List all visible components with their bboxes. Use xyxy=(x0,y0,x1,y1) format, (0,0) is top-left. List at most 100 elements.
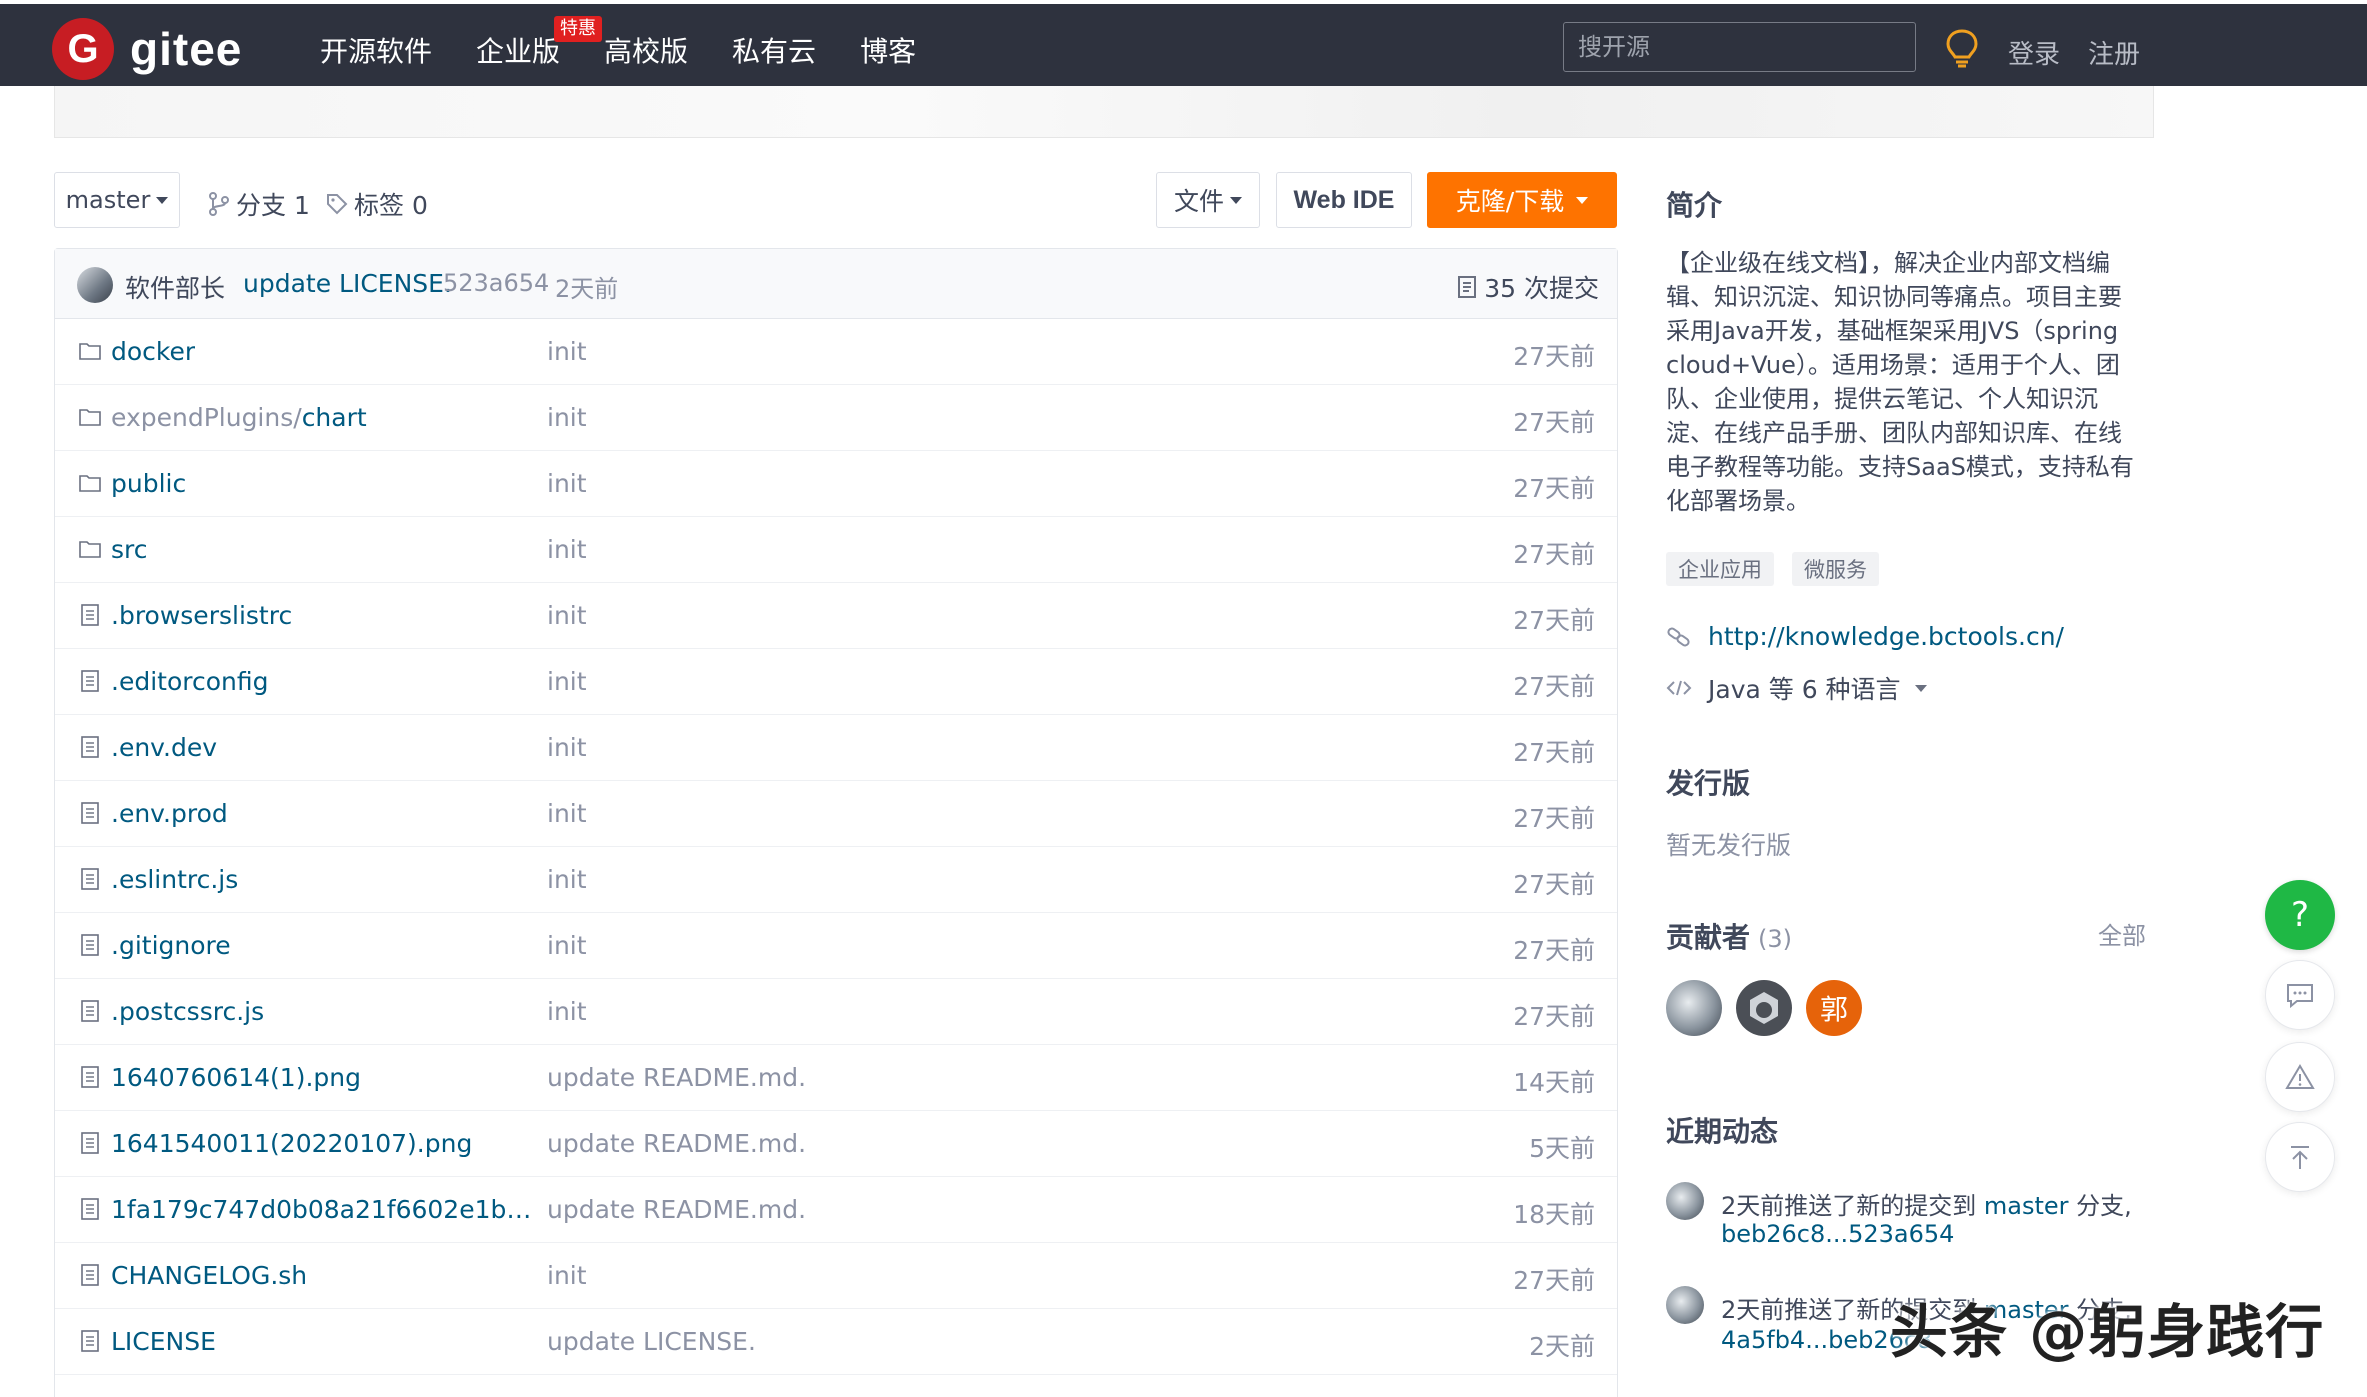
commit-author[interactable]: 软件部长 xyxy=(125,269,225,305)
lightbulb-icon[interactable] xyxy=(1944,28,1980,68)
contributor-avatar[interactable]: 郭 xyxy=(1806,980,1862,1036)
file-name-link[interactable]: CHANGELOG.sh xyxy=(111,1261,307,1290)
contributors-all-link[interactable]: 全部 xyxy=(2098,916,2146,951)
file-commit-message[interactable]: init xyxy=(547,535,587,564)
feedback-button[interactable] xyxy=(2265,960,2335,1030)
file-commit-message[interactable]: init xyxy=(547,1261,587,1290)
activity-avatar[interactable] xyxy=(1666,1286,1704,1324)
gitee-logo[interactable]: G gitee xyxy=(52,18,242,80)
file-name: .postcssrc.js xyxy=(111,997,265,1026)
login-link[interactable]: 登录 xyxy=(2008,34,2060,71)
file-row[interactable]: .postcssrc.js init 27天前 xyxy=(55,979,1617,1045)
back-to-top-button[interactable] xyxy=(2265,1122,2335,1192)
file-row[interactable]: 1641540011(20220107).png update README.md… xyxy=(55,1111,1617,1177)
file-row[interactable]: 1fa179c747d0b08a21f6602e1b09287.p...upda… xyxy=(55,1177,1617,1243)
topic-tag[interactable]: 企业应用 xyxy=(1666,552,1774,586)
logo-letter: G xyxy=(67,26,99,71)
file-name-link[interactable]: .browserslistrc xyxy=(111,601,292,630)
file-commit-message[interactable]: init xyxy=(547,997,587,1026)
clone-download-button[interactable]: 克隆/下载 xyxy=(1427,172,1617,228)
file-name-link[interactable]: 1fa179c747d0b08a21f6602e1b09287.p... xyxy=(111,1195,547,1224)
file-name-link[interactable]: .gitignore xyxy=(111,931,231,960)
file-name-link[interactable]: .postcssrc.js xyxy=(111,997,264,1026)
help-button[interactable]: ? xyxy=(2265,880,2335,950)
file-name-link[interactable]: expendPlugins/chart xyxy=(111,403,367,432)
logo-text: gitee xyxy=(130,23,243,75)
file-commit-message[interactable]: init xyxy=(547,403,587,432)
file-name-link[interactable]: .editorconfig xyxy=(111,667,268,696)
file-commit-message[interactable]: init xyxy=(547,865,587,894)
homepage-link[interactable]: http://knowledge.bctools.cn/ xyxy=(1666,622,2064,651)
file-row[interactable]: 1640760614(1).png update README.md. 14天前 xyxy=(55,1045,1617,1111)
file-name-link[interactable]: 1640760614(1).png xyxy=(111,1063,361,1092)
tag-count-link[interactable]: 标签 0 xyxy=(326,186,428,222)
commit-sha[interactable]: 523a654 xyxy=(443,269,549,297)
file-name: 1641540011(20220107).png xyxy=(111,1129,473,1158)
file-commit-message[interactable]: init xyxy=(547,931,587,960)
activity-avatar[interactable] xyxy=(1666,1182,1704,1220)
nav-item-education[interactable]: 高校版 xyxy=(604,30,688,70)
web-ide-button[interactable]: Web IDE xyxy=(1276,172,1412,228)
activity-branch-link[interactable]: master xyxy=(1984,1192,2069,1220)
file-name-link[interactable]: docker xyxy=(111,337,195,366)
file-row[interactable]: .env.dev init 27天前 xyxy=(55,715,1617,781)
branch-select[interactable]: master xyxy=(54,172,180,228)
file-row[interactable]: docker init 27天前 xyxy=(55,319,1617,385)
file-row[interactable]: src init 27天前 xyxy=(55,517,1617,583)
topic-tag[interactable]: 微服务 xyxy=(1792,552,1879,586)
file-row[interactable]: public init 27天前 xyxy=(55,451,1617,517)
branch-count-link[interactable]: 分支 1 xyxy=(208,186,310,222)
search-input[interactable] xyxy=(1563,22,1916,72)
file-commit-message[interactable]: init xyxy=(547,469,587,498)
file-name-link[interactable]: 1641540011(20220107).png xyxy=(111,1129,472,1158)
activity-commit-range[interactable]: beb26c8...523a654 xyxy=(1721,1220,1954,1248)
file-name-link[interactable]: LICENSE xyxy=(111,1327,216,1356)
file-row[interactable]: .browserslistrc init 27天前 xyxy=(55,583,1617,649)
nav-item-private-cloud[interactable]: 私有云 xyxy=(732,30,816,70)
file-name-link[interactable]: .env.prod xyxy=(111,799,228,828)
file-name-link[interactable]: src xyxy=(111,535,148,564)
author-avatar[interactable] xyxy=(77,267,113,303)
file-commit-message[interactable]: update README.md. xyxy=(547,1063,806,1092)
file-commit-message[interactable]: init xyxy=(547,667,587,696)
nav-item-enterprise[interactable]: 企业版 特惠 xyxy=(476,16,603,70)
file-commit-message[interactable]: update README.md. xyxy=(547,1195,806,1224)
file-row[interactable]: .gitignore init 27天前 xyxy=(55,913,1617,979)
link-icon xyxy=(1667,627,1690,646)
contributor-avatar[interactable] xyxy=(1736,980,1792,1036)
repo-banner xyxy=(54,86,2154,138)
file-commit-message[interactable]: update README.md. xyxy=(547,1129,806,1158)
file-name-link[interactable]: .env.dev xyxy=(111,733,217,762)
file-commit-time: 27天前 xyxy=(1513,870,1595,899)
file-commit-message[interactable]: update LICENSE. xyxy=(547,1327,756,1356)
file-row[interactable]: .editorconfig init 27天前 xyxy=(55,649,1617,715)
activity-suffix: 分支, xyxy=(2068,1192,2132,1220)
file-commit-message[interactable]: init xyxy=(547,733,587,762)
contributor-avatar[interactable] xyxy=(1666,980,1722,1036)
contributors-count: (3) xyxy=(1758,925,1793,953)
file-row[interactable]: expendPlugins/chart init 27天前 xyxy=(55,385,1617,451)
intro-title: 简介 xyxy=(1666,189,1723,222)
nav-item-blog[interactable]: 博客 xyxy=(860,30,916,70)
file-commit-message[interactable]: init xyxy=(547,601,587,630)
file-name-link[interactable]: public xyxy=(111,469,186,498)
file-name-link[interactable]: .eslintrc.js xyxy=(111,865,238,894)
file-row[interactable]: .env.prod init 27天前 xyxy=(55,781,1617,847)
file-icon xyxy=(81,1000,99,1022)
file-commit-time: 27天前 xyxy=(1513,1002,1595,1031)
nav-item-open-source[interactable]: 开源软件 xyxy=(320,30,432,70)
contributors-header: 贡献者 (3) xyxy=(1666,916,1792,956)
commit-count-link[interactable]: 35 次提交 xyxy=(1458,269,1599,305)
file-dropdown-button[interactable]: 文件 xyxy=(1156,172,1260,228)
register-link[interactable]: 注册 xyxy=(2088,34,2140,71)
file-row[interactable]: .eslintrc.js init 27天前 xyxy=(55,847,1617,913)
file-row[interactable]: CHANGELOG.sh init 27天前 xyxy=(55,1243,1617,1309)
languages-dropdown[interactable]: Java 等 6 种语言 xyxy=(1666,670,1927,706)
file-commit-message[interactable]: init xyxy=(547,337,587,366)
file-icon xyxy=(81,736,99,758)
file-commit-message[interactable]: init xyxy=(547,799,587,828)
commit-message[interactable]: update LICENSE. xyxy=(243,269,452,298)
report-button[interactable] xyxy=(2265,1042,2335,1112)
file-row[interactable]: LICENSE update LICENSE. 2天前 xyxy=(55,1309,1617,1375)
file-name: 1640760614(1).png xyxy=(111,1063,361,1092)
